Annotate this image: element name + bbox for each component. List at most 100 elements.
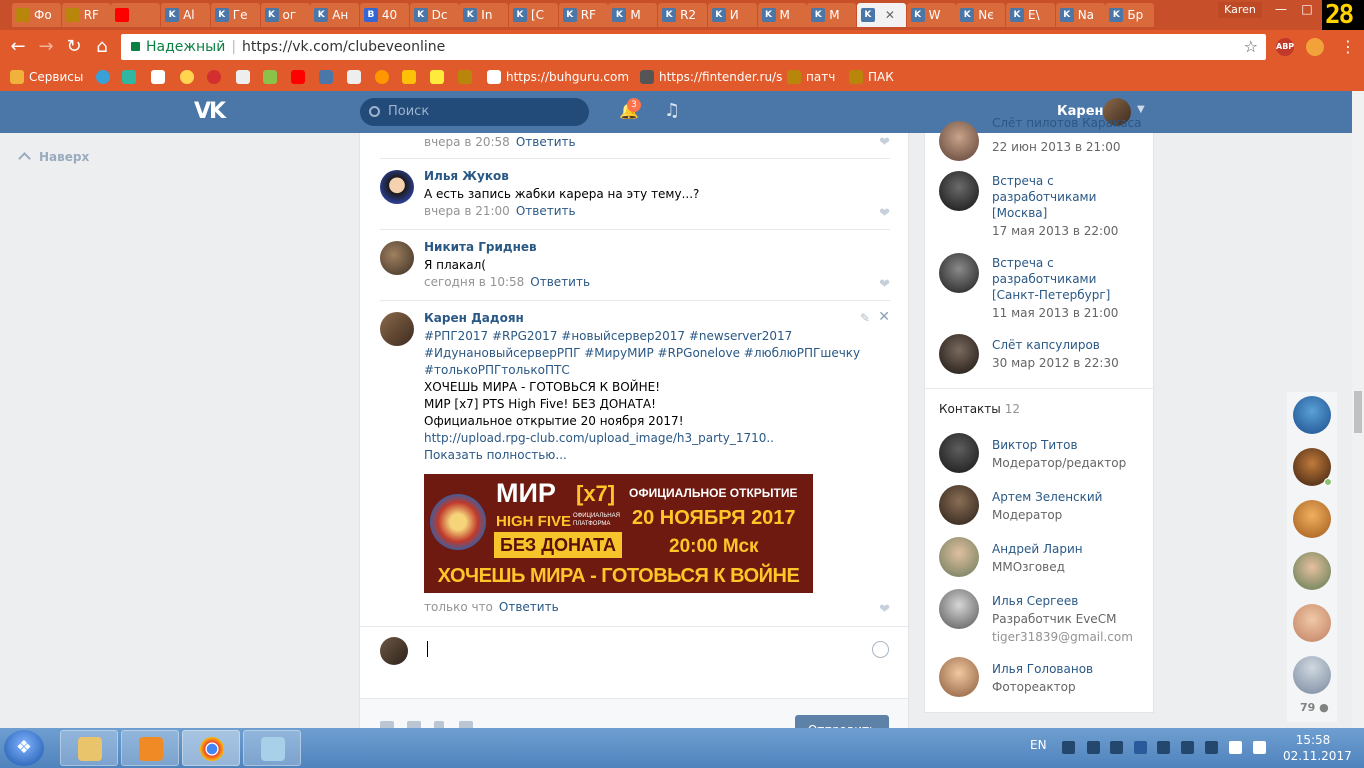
bookmark-patch[interactable]: патч	[787, 69, 835, 85]
reply-link[interactable]: Ответить	[499, 600, 559, 614]
tray-icon[interactable]	[1087, 741, 1100, 754]
taskbar-clock[interactable]: 15:58 02.11.2017	[1283, 732, 1352, 764]
minimize-icon[interactable]: —	[1268, 0, 1294, 18]
tray-icon[interactable]	[1157, 741, 1170, 754]
avatar[interactable]	[1293, 500, 1331, 538]
event-item[interactable]: Слёт капсулиров 30 мар 2012 в 22:30	[939, 334, 1149, 378]
browser-tab[interactable]: KИ	[707, 3, 757, 27]
gmail-icon[interactable]	[347, 70, 361, 84]
avatar[interactable]	[1293, 604, 1331, 642]
scrollbar-thumb[interactable]	[1354, 391, 1362, 433]
event-item[interactable]: Слёт пилотов Каракаса 22 июн 2013 в 21:0…	[939, 116, 1149, 165]
bookmark-globe-icon[interactable]	[96, 70, 110, 84]
emoji-icon[interactable]	[872, 641, 889, 658]
contact-item[interactable]: Илья Сергеев Разработчик EveCM tiger3183…	[939, 589, 1149, 645]
bookmark-fintender[interactable]: https://fintender.ru/s	[640, 69, 782, 85]
comment-author[interactable]: Никита Гриднев	[424, 240, 537, 254]
browser-tab[interactable]: KW	[906, 3, 956, 27]
browser-tab[interactable]: K Na	[1055, 3, 1105, 27]
extension-icon[interactable]	[1306, 38, 1324, 56]
event-item[interactable]: Встреча с разработчиками [Москва] 17 мая…	[939, 171, 1149, 238]
comment-author[interactable]: Карен Дадоян	[424, 311, 524, 325]
bookmark-icon[interactable]	[430, 70, 444, 84]
vk-logo[interactable]: VK	[194, 99, 226, 124]
vk-bookmark-icon[interactable]	[319, 70, 333, 84]
menu-icon[interactable]: ⋮	[1336, 35, 1360, 59]
bookmark-services[interactable]: Сервисы	[10, 69, 83, 85]
like-icon[interactable]: ❤	[879, 277, 890, 292]
taskbar-notepad[interactable]	[243, 730, 301, 766]
bookmark-icon[interactable]	[402, 70, 416, 84]
like-icon[interactable]: ❤	[879, 206, 890, 221]
browser-tab[interactable]: K R2	[658, 3, 708, 27]
address-bar[interactable]: Надежный | https://vk.com/clubeveonline ☆	[121, 34, 1266, 60]
browser-tab[interactable]: KM	[807, 3, 857, 27]
adblock-icon[interactable]: ABP	[1276, 38, 1294, 56]
browser-tab[interactable]: K In	[459, 3, 509, 27]
home-icon[interactable]: ⌂	[90, 35, 114, 59]
browser-tab[interactable]: K Ге	[210, 3, 260, 27]
close-tab-icon[interactable]: ✕	[885, 8, 895, 22]
show-more-link[interactable]: Показать полностью...	[424, 447, 894, 464]
browser-tab[interactable]: K E\	[1006, 3, 1055, 27]
browser-tab[interactable]: KM	[608, 3, 658, 27]
reply-link[interactable]: Ответить	[530, 275, 590, 289]
bookmark-mail-icon[interactable]	[180, 70, 194, 84]
back-icon[interactable]: ←	[6, 35, 30, 59]
forward-icon[interactable]: →	[34, 35, 58, 59]
online-count[interactable]: 79 ●	[1300, 701, 1329, 714]
scrollbar[interactable]	[1352, 91, 1364, 728]
like-icon[interactable]: ❤	[879, 602, 890, 617]
reload-icon[interactable]: ↻	[62, 35, 86, 59]
volume-icon[interactable]	[1253, 741, 1266, 754]
reply-link[interactable]: Ответить	[516, 204, 576, 218]
bookmark-buhguru[interactable]: https://buhguru.com	[487, 69, 629, 85]
browser-tab[interactable]: K Бр	[1105, 3, 1155, 27]
browser-tab[interactable]: K Al	[161, 3, 211, 27]
contacts-heading[interactable]: Контакты 12	[939, 402, 1020, 416]
avatar[interactable]	[1293, 656, 1331, 694]
like-icon[interactable]: ❤	[879, 135, 890, 150]
bookmark-pak[interactable]: ПАК	[849, 69, 894, 85]
bookmark-icon[interactable]	[151, 70, 165, 84]
taskbar-chrome[interactable]	[182, 730, 240, 766]
language-indicator[interactable]: EN	[1030, 738, 1047, 752]
bluetooth-icon[interactable]	[1134, 741, 1147, 754]
bookmark-icon[interactable]	[263, 70, 277, 84]
avatar[interactable]	[380, 312, 414, 346]
contact-item[interactable]: Артем Зеленский Модератор	[939, 485, 1149, 529]
browser-tab[interactable]: RF	[61, 3, 111, 27]
close-icon[interactable]: ✕	[878, 309, 890, 325]
start-button[interactable]: ❖	[4, 730, 44, 766]
search-input[interactable]: Поиск	[360, 98, 589, 126]
contact-item[interactable]: Илья Голованов Фотореактор	[939, 657, 1149, 701]
avatar[interactable]	[380, 170, 414, 204]
bookmark-icon[interactable]	[236, 70, 250, 84]
profile-chip[interactable]: Karen	[1218, 2, 1262, 18]
avatar[interactable]	[1293, 552, 1331, 590]
bookmark-icon[interactable]	[207, 70, 221, 84]
browser-tab[interactable]: K ✕	[856, 3, 906, 27]
edit-icon[interactable]: ✎	[860, 311, 870, 325]
music-icon[interactable]: ♫	[664, 100, 680, 121]
youtube-icon[interactable]	[291, 70, 305, 84]
tray-icon[interactable]	[1110, 741, 1123, 754]
chevron-down-icon[interactable]: ▼	[1137, 104, 1145, 115]
taskbar-explorer[interactable]	[60, 730, 118, 766]
browser-tab[interactable]: K Dc	[409, 3, 459, 27]
steam-icon[interactable]	[1181, 741, 1194, 754]
reply-composer[interactable]	[360, 626, 908, 698]
browser-tab[interactable]: K RF	[558, 3, 608, 27]
tray-icon[interactable]	[1205, 741, 1218, 754]
post-image[interactable]: МИР [x7] HIGH FIVE ОФИЦИАЛЬНАЯ ПЛАТФОРМА…	[424, 474, 813, 593]
bookmark-icon[interactable]	[122, 70, 136, 84]
bookmark-star-icon[interactable]: ☆	[1244, 34, 1258, 60]
avatar[interactable]	[1293, 396, 1331, 434]
browser-tab[interactable]	[111, 3, 161, 27]
browser-tab[interactable]: K [C	[509, 3, 558, 27]
event-item[interactable]: Встреча с разработчиками [Санкт-Петербур…	[939, 253, 1149, 320]
bookmark-emblem-icon[interactable]	[458, 70, 472, 84]
browser-tab[interactable]: KM	[757, 3, 807, 27]
tray-icon[interactable]	[1062, 741, 1075, 754]
browser-tab[interactable]: Фо	[12, 3, 61, 27]
